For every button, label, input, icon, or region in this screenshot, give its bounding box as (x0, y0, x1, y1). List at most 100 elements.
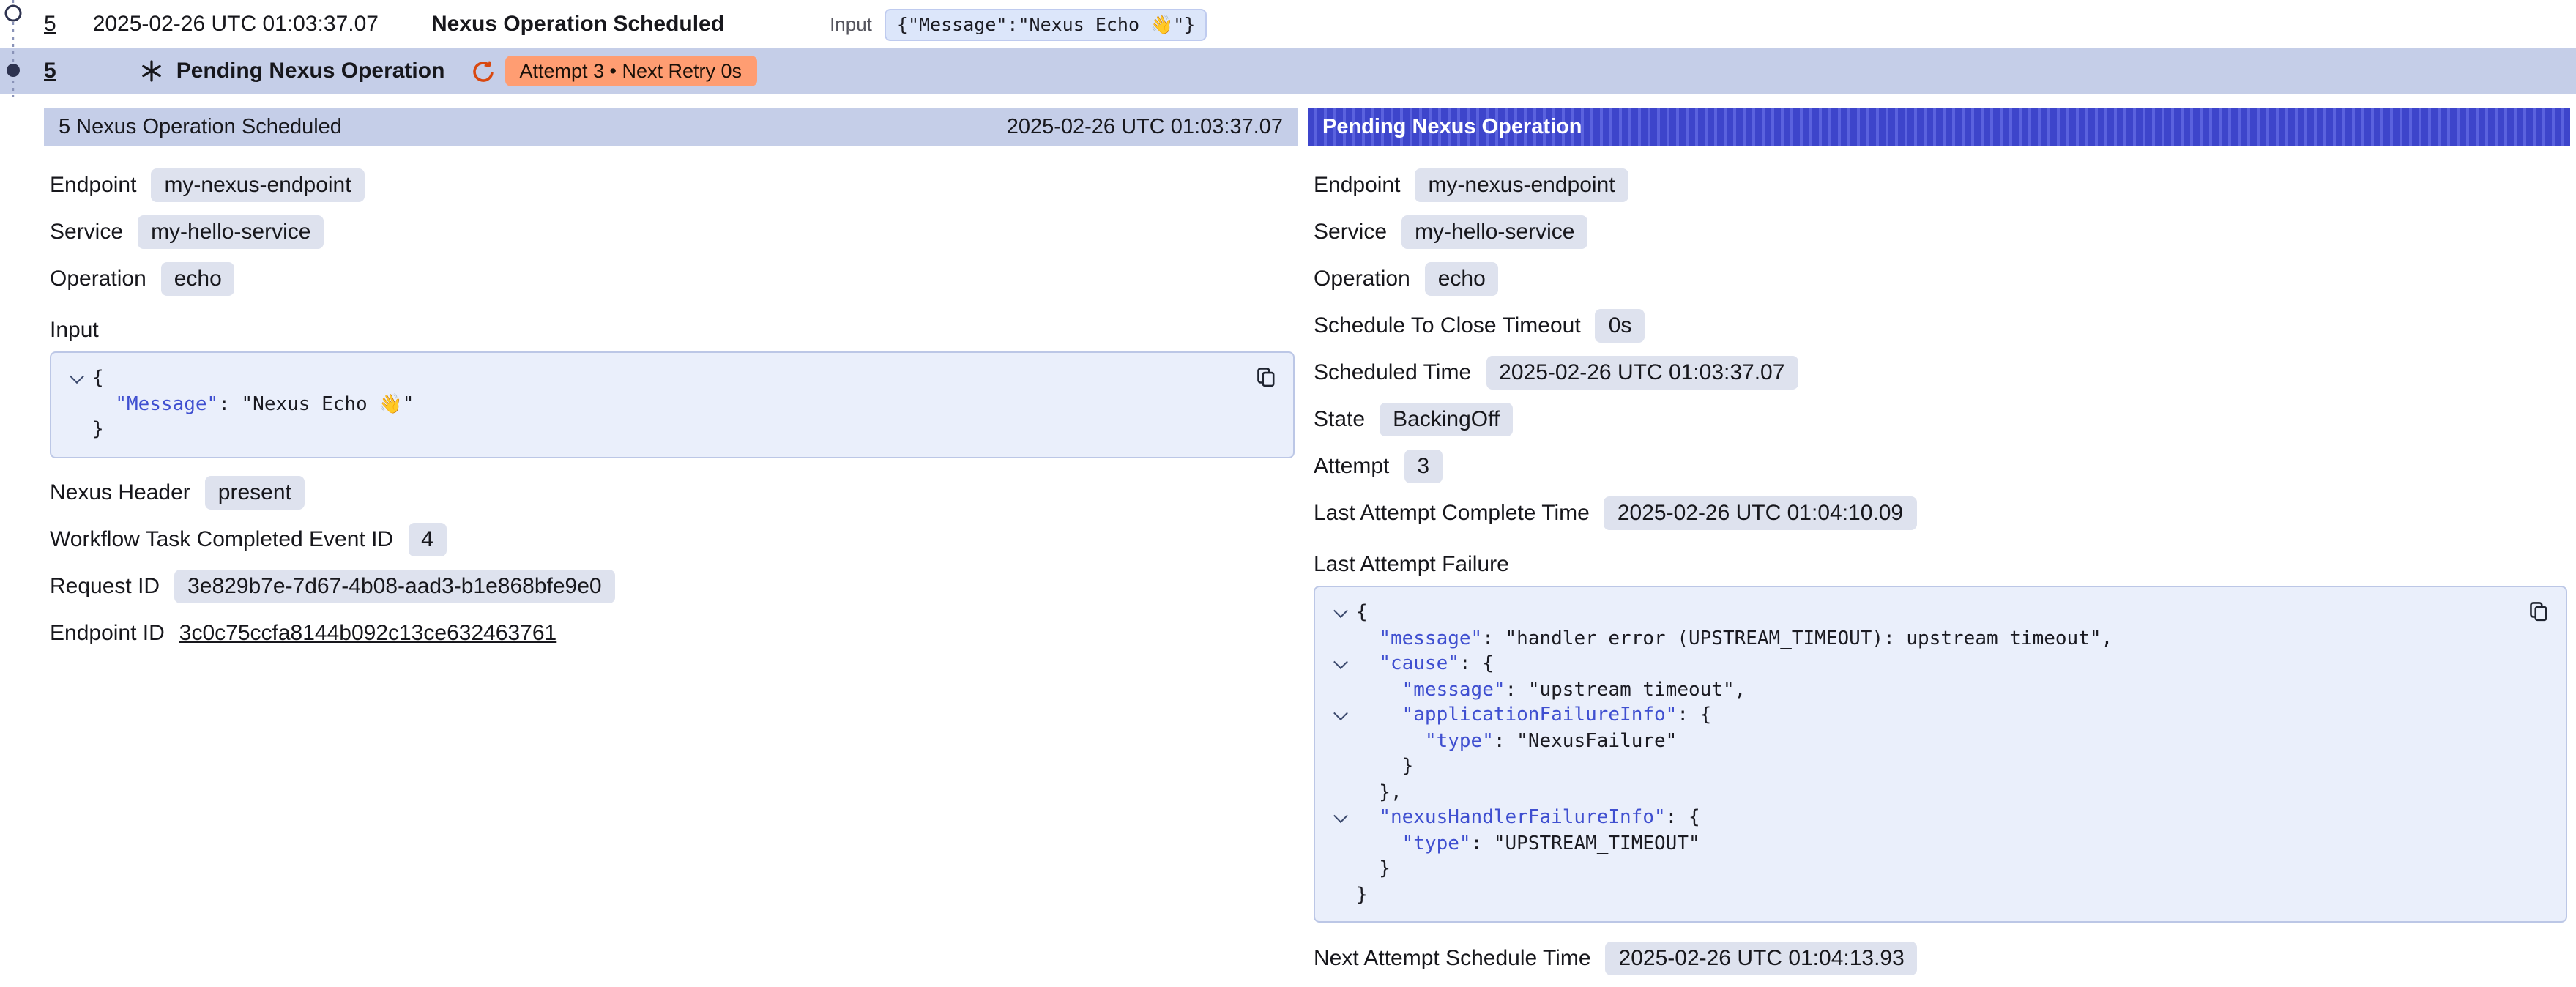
copy-button[interactable] (1254, 365, 1278, 390)
field-service: Service my-hello-service (50, 211, 1295, 252)
field-endpoint-id: Endpoint ID 3c0c75ccfa8144b092c13ce63246… (50, 613, 1295, 654)
failure-section-label: Last Attempt Failure (1314, 548, 2567, 580)
field-endpoint: Endpoint my-nexus-endpoint (1314, 164, 2567, 205)
field-value-chip: 2025-02-26 UTC 01:03:37.07 (1486, 355, 1798, 389)
code-gutter (1324, 703, 1356, 729)
code-gutter (1324, 677, 1356, 703)
collapse-chevron-icon[interactable] (1333, 809, 1347, 824)
retry-attempt-badge: Attempt 3 • Next Retry 0s (505, 56, 756, 86)
code-line: } (1324, 882, 2504, 908)
field-label: Operation (50, 266, 146, 291)
field-value-chip: 2025-02-26 UTC 01:04:10.09 (1604, 496, 1916, 529)
code-gutter (60, 392, 92, 417)
pending-title: Pending Nexus Operation (176, 59, 445, 83)
event-detail-panel: 5 Nexus Operation Scheduled 2025-02-26 U… (44, 108, 1298, 987)
event-panel-title: 5 Nexus Operation Scheduled (59, 116, 342, 139)
code-line: } (60, 417, 1232, 443)
code-gutter (1324, 805, 1356, 831)
field-label: Last Attempt Complete Time (1314, 500, 1590, 525)
field-label: Workflow Task Completed Event ID (50, 527, 393, 552)
code-line: "Message": "Nexus Echo 👋" (60, 392, 1232, 417)
field-label: Service (50, 219, 123, 244)
field-next-attempt-schedule-time: Next Attempt Schedule Time 2025-02-26 UT… (1314, 937, 2567, 978)
field-last-attempt-complete-time: Last Attempt Complete Time 2025-02-26 UT… (1314, 492, 2567, 533)
input-label: Input (830, 13, 872, 35)
field-value-chip: echo (161, 261, 235, 295)
field-label: Operation (1314, 266, 1410, 291)
pending-panel-title: Pending Nexus Operation (1322, 116, 1582, 139)
field-value-chip: 4 (408, 523, 447, 556)
field-value-chip: 3e829b7e-7d67-4b08-aad3-b1e868bfe9e0 (174, 570, 615, 603)
field-label: Endpoint (1314, 172, 1400, 197)
code-gutter (1324, 626, 1356, 652)
event-id-link[interactable]: 5 (44, 12, 56, 37)
retry-icon (471, 59, 494, 83)
pending-event-id-link[interactable]: 5 (44, 59, 56, 83)
failure-codeblock[interactable]: { "message": "handler error (UPSTREAM_TI… (1314, 586, 2567, 923)
code-gutter (1324, 882, 1356, 908)
field-value-chip: 3 (1404, 449, 1443, 483)
endpoint-id-link[interactable]: 3c0c75ccfa8144b092c13ce632463761 (179, 621, 556, 646)
pending-asterisk-icon (141, 60, 163, 82)
field-nexus-header: Nexus Header present (50, 472, 1295, 513)
field-label: Endpoint ID (50, 621, 165, 646)
failure-json: { "message": "handler error (UPSTREAM_TI… (1324, 600, 2504, 908)
field-label: Service (1314, 219, 1387, 244)
input-json: { "Message": "Nexus Echo 👋"} (60, 366, 1232, 443)
code-line: "cause": { (1324, 652, 2504, 677)
field-value-chip: my-nexus-endpoint (1415, 168, 1628, 201)
field-label: Scheduled Time (1314, 360, 1471, 384)
collapse-chevron-icon[interactable] (1333, 604, 1347, 619)
field-label: Nexus Header (50, 480, 190, 505)
field-value-chip: my-hello-service (138, 215, 324, 248)
event-panel-timestamp: 2025-02-26 UTC 01:03:37.07 (1007, 116, 1283, 139)
pending-panel-header[interactable]: Pending Nexus Operation (1308, 108, 2570, 146)
code-gutter (1324, 780, 1356, 805)
field-operation: Operation echo (1314, 258, 2567, 299)
code-line: "nexusHandlerFailureInfo": { (1324, 805, 2504, 831)
field-value-chip: my-nexus-endpoint (151, 168, 364, 201)
code-gutter (1324, 831, 1356, 857)
copy-button[interactable] (2526, 599, 2551, 624)
code-line: "type": "NexusFailure" (1324, 729, 2504, 754)
event-timestamp: 2025-02-26 UTC 01:03:37.07 (93, 12, 379, 37)
copy-icon (2526, 599, 2551, 624)
collapse-chevron-icon[interactable] (1333, 707, 1347, 721)
input-codeblock[interactable]: { "Message": "Nexus Echo 👋"} (50, 351, 1295, 458)
temporal-event-history-view: 5 2025-02-26 UTC 01:03:37.07 Nexus Opera… (0, 0, 2576, 956)
field-schedule-to-close-timeout: Schedule To Close Timeout 0s (1314, 305, 2567, 346)
field-value-chip: BackingOff (1380, 402, 1513, 436)
field-value-chip: echo (1425, 261, 1499, 295)
field-value-chip: 2025-02-26 UTC 01:04:13.93 (1606, 941, 1918, 975)
detail-panels: 5 Nexus Operation Scheduled 2025-02-26 U… (0, 94, 2576, 987)
copy-icon (1254, 365, 1278, 390)
field-label: State (1314, 406, 1365, 431)
history-row-event[interactable]: 5 2025-02-26 UTC 01:03:37.07 Nexus Opera… (0, 0, 2576, 48)
input-preview-chip: {"Message":"Nexus Echo 👋"} (885, 8, 1207, 40)
code-gutter (60, 417, 92, 443)
field-operation: Operation echo (50, 258, 1295, 299)
code-line: { (60, 366, 1232, 392)
code-gutter (1324, 600, 1356, 626)
code-line: "type": "UPSTREAM_TIMEOUT" (1324, 831, 2504, 857)
event-panel-header[interactable]: 5 Nexus Operation Scheduled 2025-02-26 U… (44, 108, 1298, 146)
field-label: Attempt (1314, 453, 1389, 478)
field-value-chip: present (205, 476, 305, 510)
collapse-chevron-icon[interactable] (1333, 655, 1347, 670)
field-service: Service my-hello-service (1314, 211, 2567, 252)
history-row-pending[interactable]: 5 Pending Nexus Operation Attempt 3 • Ne… (0, 48, 2576, 94)
code-gutter (1324, 652, 1356, 677)
field-value-chip: my-hello-service (1401, 215, 1587, 248)
code-gutter (1324, 729, 1356, 754)
code-line: "message": "upstream timeout", (1324, 677, 2504, 703)
code-gutter (1324, 754, 1356, 780)
collapse-chevron-icon[interactable] (69, 370, 83, 384)
field-label: Schedule To Close Timeout (1314, 313, 1581, 338)
code-line: } (1324, 754, 2504, 780)
field-value-chip: 0s (1596, 308, 1645, 342)
field-label: Endpoint (50, 172, 136, 197)
field-scheduled-time: Scheduled Time 2025-02-26 UTC 01:03:37.0… (1314, 351, 2567, 392)
code-gutter (60, 366, 92, 392)
code-line: { (1324, 600, 2504, 626)
field-label: Request ID (50, 574, 160, 599)
